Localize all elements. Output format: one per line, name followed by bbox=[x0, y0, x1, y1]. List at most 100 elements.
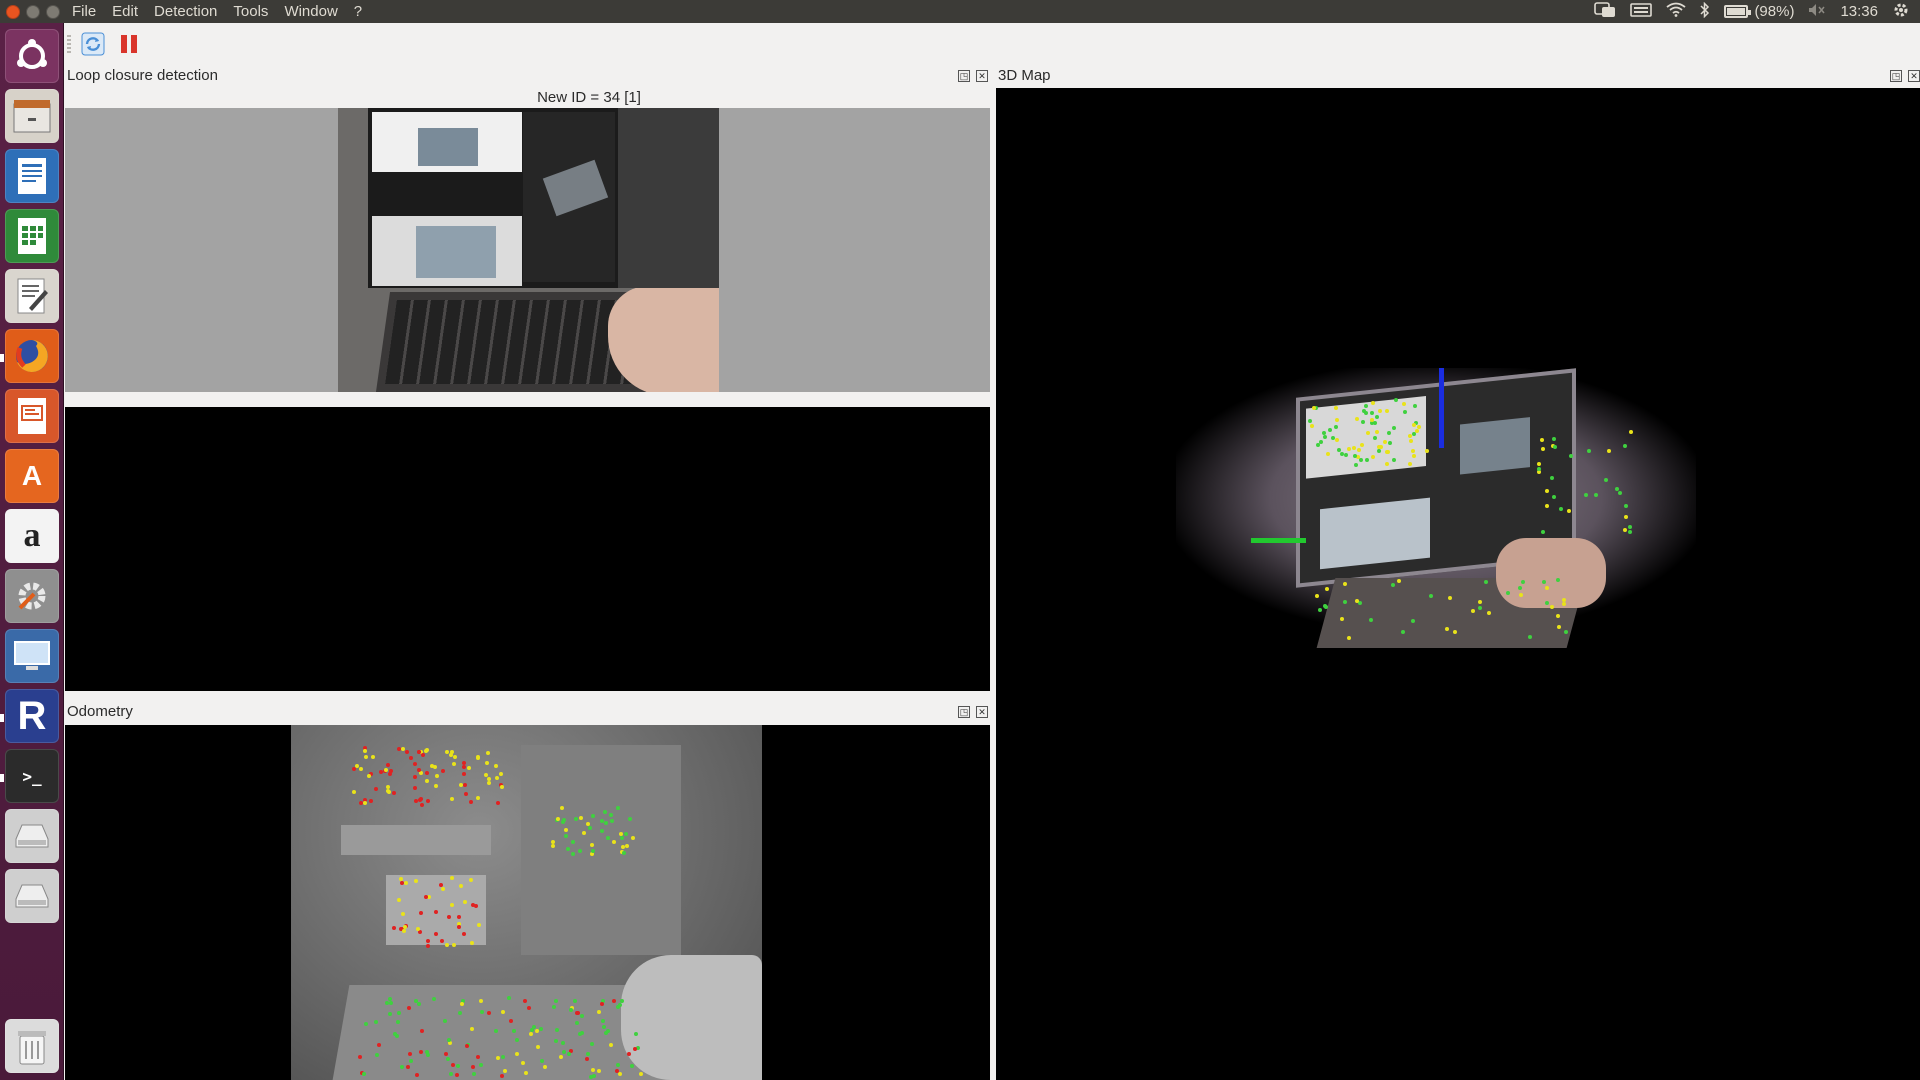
feature-point bbox=[1549, 604, 1554, 609]
feature-point bbox=[590, 848, 595, 853]
feature-point bbox=[1374, 429, 1379, 434]
pause-button[interactable] bbox=[116, 31, 142, 57]
feature-point bbox=[446, 1037, 451, 1042]
drive-icon[interactable] bbox=[5, 809, 59, 863]
new-image-view[interactable] bbox=[65, 108, 990, 392]
feature-point bbox=[1416, 424, 1421, 429]
feature-point bbox=[404, 749, 409, 754]
feature-point bbox=[1396, 578, 1401, 583]
odometry-view[interactable] bbox=[65, 725, 990, 1080]
map3d-view[interactable] bbox=[996, 88, 1920, 1080]
refresh-icon bbox=[81, 32, 105, 56]
trash-icon[interactable] bbox=[5, 1019, 59, 1073]
close-dock-button[interactable]: ✕ bbox=[976, 706, 988, 718]
keyboard-icon[interactable] bbox=[1630, 2, 1653, 21]
float-dock-button[interactable]: ◳ bbox=[958, 70, 970, 82]
window-buttons bbox=[0, 4, 64, 19]
feature-point bbox=[509, 1018, 514, 1023]
feature-point bbox=[502, 1069, 507, 1074]
remote-desktop-icon[interactable] bbox=[5, 629, 59, 683]
feature-point bbox=[589, 842, 594, 847]
feature-point bbox=[602, 1024, 607, 1029]
feature-point bbox=[445, 1056, 450, 1061]
gear-icon[interactable] bbox=[1892, 1, 1910, 23]
system-settings-icon[interactable] bbox=[5, 569, 59, 623]
feature-point bbox=[408, 1058, 413, 1063]
close-window-button[interactable] bbox=[6, 4, 20, 19]
menu-file[interactable]: File bbox=[64, 0, 104, 23]
axis-z bbox=[1439, 368, 1444, 448]
feature-point bbox=[520, 1060, 525, 1065]
volume-muted-icon[interactable] bbox=[1808, 3, 1826, 21]
pc-pointcloud bbox=[1460, 417, 1530, 475]
feature-point bbox=[419, 1028, 424, 1033]
close-dock-button[interactable]: ✕ bbox=[976, 70, 988, 82]
loop-closure-dock-controls: ◳ ✕ bbox=[958, 70, 988, 82]
rtabmap-icon[interactable]: R bbox=[5, 689, 59, 743]
feature-point bbox=[1392, 457, 1397, 462]
writer-icon[interactable] bbox=[5, 149, 59, 203]
impress-icon[interactable] bbox=[5, 389, 59, 443]
feature-point bbox=[561, 1049, 566, 1054]
rtabmap-window: Loop closure detection ◳ ✕ New ID = 34 [… bbox=[64, 23, 1920, 1080]
feature-point bbox=[1351, 446, 1356, 451]
feature-point bbox=[470, 1065, 475, 1070]
toolbar-grip[interactable] bbox=[67, 35, 71, 53]
menu-detection[interactable]: Detection bbox=[146, 0, 225, 23]
feature-point bbox=[1527, 634, 1532, 639]
files-icon[interactable] bbox=[5, 89, 59, 143]
float-dock-button[interactable]: ◳ bbox=[1890, 70, 1902, 82]
feature-point bbox=[1410, 449, 1415, 454]
battery-icon bbox=[1724, 5, 1752, 18]
feature-point bbox=[528, 1031, 533, 1036]
ubuntu-dash-icon[interactable] bbox=[5, 29, 59, 83]
splitter[interactable] bbox=[65, 392, 990, 407]
feature-point bbox=[364, 1021, 369, 1026]
feature-point bbox=[352, 766, 357, 771]
menu-help[interactable]: ? bbox=[346, 0, 370, 23]
menu-window[interactable]: Window bbox=[276, 0, 345, 23]
feature-point bbox=[473, 904, 478, 909]
menu-tools[interactable]: Tools bbox=[225, 0, 276, 23]
feature-point bbox=[414, 1072, 419, 1077]
drive-icon[interactable] bbox=[5, 869, 59, 923]
feature-point bbox=[412, 785, 417, 790]
feature-point bbox=[400, 911, 405, 916]
feature-point bbox=[1506, 590, 1511, 595]
feature-point bbox=[461, 932, 466, 937]
close-dock-button[interactable]: ✕ bbox=[1908, 70, 1920, 82]
terminal-icon[interactable]: >_ bbox=[5, 749, 59, 803]
feature-point bbox=[412, 762, 417, 767]
feature-point bbox=[638, 1072, 643, 1077]
menu-edit[interactable]: Edit bbox=[104, 0, 146, 23]
wifi-icon[interactable] bbox=[1666, 2, 1686, 21]
battery-indicator[interactable]: (98%) bbox=[1724, 3, 1794, 20]
feature-point bbox=[1354, 417, 1359, 422]
bluetooth-icon[interactable] bbox=[1700, 1, 1710, 22]
float-dock-button[interactable]: ◳ bbox=[958, 706, 970, 718]
keyboard-layout-icon[interactable] bbox=[1594, 1, 1616, 22]
software-center-icon[interactable]: A bbox=[5, 449, 59, 503]
feature-point bbox=[1551, 494, 1556, 499]
clock[interactable]: 13:36 bbox=[1840, 3, 1878, 20]
feature-point bbox=[387, 1011, 392, 1016]
feature-point bbox=[590, 814, 595, 819]
feature-point bbox=[624, 831, 628, 836]
feature-point bbox=[563, 827, 568, 832]
feature-point bbox=[417, 797, 422, 802]
maximize-window-button[interactable] bbox=[46, 4, 60, 19]
feature-point bbox=[561, 1040, 566, 1045]
text-editor-icon[interactable] bbox=[5, 269, 59, 323]
feature-point bbox=[1540, 447, 1545, 452]
feature-point bbox=[475, 755, 480, 760]
feature-point bbox=[498, 771, 503, 776]
minimize-window-button[interactable] bbox=[26, 4, 40, 19]
laptop-screen-depth bbox=[521, 745, 681, 955]
feature-point bbox=[475, 795, 480, 800]
calc-icon[interactable] bbox=[5, 209, 59, 263]
amazon-icon[interactable]: a bbox=[5, 509, 59, 563]
firefox-icon[interactable] bbox=[5, 329, 59, 383]
loop-closure-image-view[interactable] bbox=[65, 407, 990, 691]
refresh-button[interactable] bbox=[80, 31, 106, 57]
feature-point bbox=[1346, 446, 1351, 451]
